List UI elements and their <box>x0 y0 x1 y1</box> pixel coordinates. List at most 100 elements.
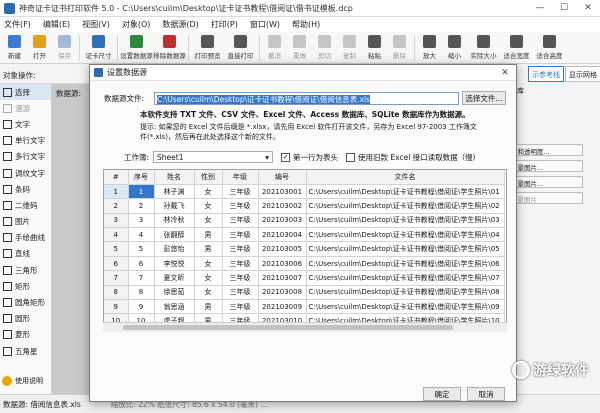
table-cell[interactable]: 翁思涵 <box>154 299 195 315</box>
source-file-input[interactable]: C:\Users\cuilm\Desktop\证卡证书教程\借阅证\借阅信息表.… <box>154 92 459 105</box>
copy-button[interactable]: 复制 <box>337 32 362 63</box>
tool-arc-text[interactable]: 调纹文字 <box>0 165 51 181</box>
table-cell[interactable]: C:\Users\cuilm\Desktop\证卡证书教程\借阅证\学生照片\0… <box>306 256 505 272</box>
open-button[interactable]: 打开 <box>27 32 52 63</box>
legacy-excel-checkbox[interactable] <box>346 152 356 162</box>
table-cell[interactable]: 5 <box>104 241 129 257</box>
undo-button[interactable]: 撤消 <box>262 32 287 63</box>
help-link[interactable]: 使用说明 <box>2 376 43 386</box>
paste-button[interactable]: 粘贴 <box>362 32 387 63</box>
table-cell[interactable]: 三年级 <box>222 270 259 286</box>
column-header[interactable]: 姓名 <box>154 170 195 185</box>
table-cell[interactable]: 彭悠怡 <box>154 241 195 257</box>
fit-height-button[interactable]: 适合高度 <box>533 32 566 63</box>
choose-file-button[interactable]: 选择文件... <box>462 91 506 105</box>
table-cell[interactable]: 2 <box>104 198 129 214</box>
table-cell[interactable]: 9 <box>104 299 129 315</box>
table-cell[interactable]: 1 <box>128 184 155 200</box>
table-cell[interactable]: C:\Users\cuilm\Desktop\证卡证书教程\借阅证\学生照片\0… <box>306 198 505 214</box>
tool-pointer[interactable]: 选择 <box>0 84 51 101</box>
table-cell[interactable]: 夏文昕 <box>154 270 195 286</box>
table-cell[interactable]: 女 <box>194 198 223 214</box>
table-cell[interactable]: 2 <box>128 198 155 214</box>
table-cell[interactable]: 女 <box>194 270 223 286</box>
menu-object[interactable]: 对象(O) <box>122 19 151 30</box>
dialog-close-button[interactable]: ✕ <box>494 68 516 78</box>
table-cell[interactable]: C:\Users\cuilm\Desktop\证卡证书教程\借阅证\学生照片\0… <box>306 213 505 229</box>
table-cell[interactable]: 男 <box>194 227 223 243</box>
close-window-button[interactable]: ✕ <box>576 0 600 17</box>
table-row[interactable]: 5 5 彭悠怡男三年级 202103005 C:\Users\cuilm\Desktop… <box>104 241 505 257</box>
table-cell[interactable]: 4 <box>128 227 155 243</box>
tool-barcode[interactable]: 条码 <box>0 181 51 197</box>
tool-multi-line-text[interactable]: 多行文字 <box>0 149 51 165</box>
table-cell[interactable]: 202103002 <box>258 198 307 214</box>
column-header[interactable]: 编号 <box>258 170 307 185</box>
delete-button[interactable]: 删除 <box>387 32 412 63</box>
tool-qrcode[interactable]: 二维码 <box>0 197 51 213</box>
table-cell[interactable]: 3 <box>104 213 129 229</box>
table-cell[interactable]: 3 <box>128 213 155 229</box>
table-cell[interactable]: 202103009 <box>258 299 307 315</box>
column-header[interactable]: 性别 <box>194 170 223 185</box>
table-cell[interactable]: 5 <box>128 241 155 257</box>
menu-print[interactable]: 打印(P) <box>211 19 238 30</box>
table-cell[interactable]: 男 <box>194 241 223 257</box>
menu-window[interactable]: 窗口(W) <box>250 19 280 30</box>
column-header[interactable]: 年级 <box>222 170 259 185</box>
table-cell[interactable]: 三年级 <box>222 256 259 272</box>
table-cell[interactable]: C:\Users\cuilm\Desktop\证卡证书教程\借阅证\学生照片\0… <box>306 270 505 286</box>
table-cell[interactable]: 202103005 <box>258 241 307 257</box>
table-cell[interactable]: C:\Users\cuilm\Desktop\证卡证书教程\借阅证\学生照片\0… <box>306 285 505 301</box>
menu-edit[interactable]: 编辑(E) <box>43 19 70 30</box>
tab-grid[interactable]: 显示网格 <box>565 66 600 82</box>
remove-datasource-button[interactable]: 移除数据源 <box>153 32 186 63</box>
menu-datasource[interactable]: 数据源(D) <box>162 19 198 30</box>
first-row-header-checkbox[interactable]: ✓ <box>281 152 291 162</box>
table-cell[interactable]: 三年级 <box>222 184 259 200</box>
maximize-button[interactable]: ☐ <box>552 0 576 17</box>
table-row[interactable]: 9 9 翁思涵男三年级 202103009 C:\Users\cuilm\Desktop… <box>104 299 505 315</box>
menu-view[interactable]: 视图(V) <box>82 19 110 30</box>
tool-freehand[interactable]: 手绘曲线 <box>0 230 51 246</box>
table-cell[interactable]: 三年级 <box>222 198 259 214</box>
menu-help[interactable]: 帮助(H) <box>292 19 320 30</box>
tool-rectangle[interactable]: 矩形 <box>0 278 51 294</box>
tool-diamond[interactable]: 菱形 <box>0 327 51 343</box>
table-cell[interactable]: 女 <box>194 184 223 200</box>
sheet-select[interactable]: Sheet1 ▾ <box>153 151 274 163</box>
table-cell[interactable]: 6 <box>128 256 155 272</box>
transparency-button[interactable]: 片和透明度... <box>507 144 583 156</box>
table-cell[interactable]: 202103007 <box>258 270 307 286</box>
tool-text[interactable]: 文字 <box>0 116 51 132</box>
table-cell[interactable]: 孙戴飞 <box>154 198 195 214</box>
new-button[interactable]: 新建 <box>2 32 27 63</box>
table-cell[interactable]: 女 <box>194 213 223 229</box>
table-cell[interactable]: 9 <box>128 299 155 315</box>
print-preview-button[interactable]: 打印预览 <box>191 32 224 63</box>
table-cell[interactable]: 三年级 <box>222 285 259 301</box>
tool-single-line-text[interactable]: 单行文字 <box>0 133 51 149</box>
table-cell[interactable]: 202103003 <box>258 213 307 229</box>
tool-circle[interactable]: 圆形 <box>0 311 51 327</box>
table-cell[interactable]: 女 <box>194 256 223 272</box>
table-cell[interactable]: C:\Users\cuilm\Desktop\证卡证书教程\借阅证\学生照片\0… <box>306 184 505 200</box>
table-cell[interactable]: 男 <box>194 299 223 315</box>
actual-size-button[interactable]: 实际大小 <box>467 32 500 63</box>
cut-button[interactable]: 剪切 <box>312 32 337 63</box>
tool-hand[interactable]: 漫游 <box>0 100 51 116</box>
tool-line[interactable]: 直线 <box>0 246 51 262</box>
table-cell[interactable]: 202103004 <box>258 227 307 243</box>
table-row[interactable]: 6 6 李悦悦女三年级 202103006 C:\Users\cuilm\Desktop… <box>104 256 505 272</box>
zoom-out-button[interactable]: 缩小 <box>442 32 467 63</box>
scrollbar-thumb[interactable] <box>123 325 453 330</box>
menu-file[interactable]: 文件(F) <box>4 19 31 30</box>
table-cell[interactable]: 6 <box>104 256 129 272</box>
table-cell[interactable]: 1 <box>104 184 129 200</box>
tool-star[interactable]: 五角星 <box>0 343 51 359</box>
background-image-button-2[interactable]: 背景图片... <box>507 176 583 188</box>
minimize-button[interactable]: — <box>528 0 552 17</box>
table-row[interactable]: 1 1 林子渊女三年级 202103001 C:\Users\cuilm\Desktop… <box>104 184 505 200</box>
tool-triangle[interactable]: 三角形 <box>0 262 51 278</box>
table-cell[interactable]: C:\Users\cuilm\Desktop\证卡证书教程\借阅证\学生照片\0… <box>306 227 505 243</box>
